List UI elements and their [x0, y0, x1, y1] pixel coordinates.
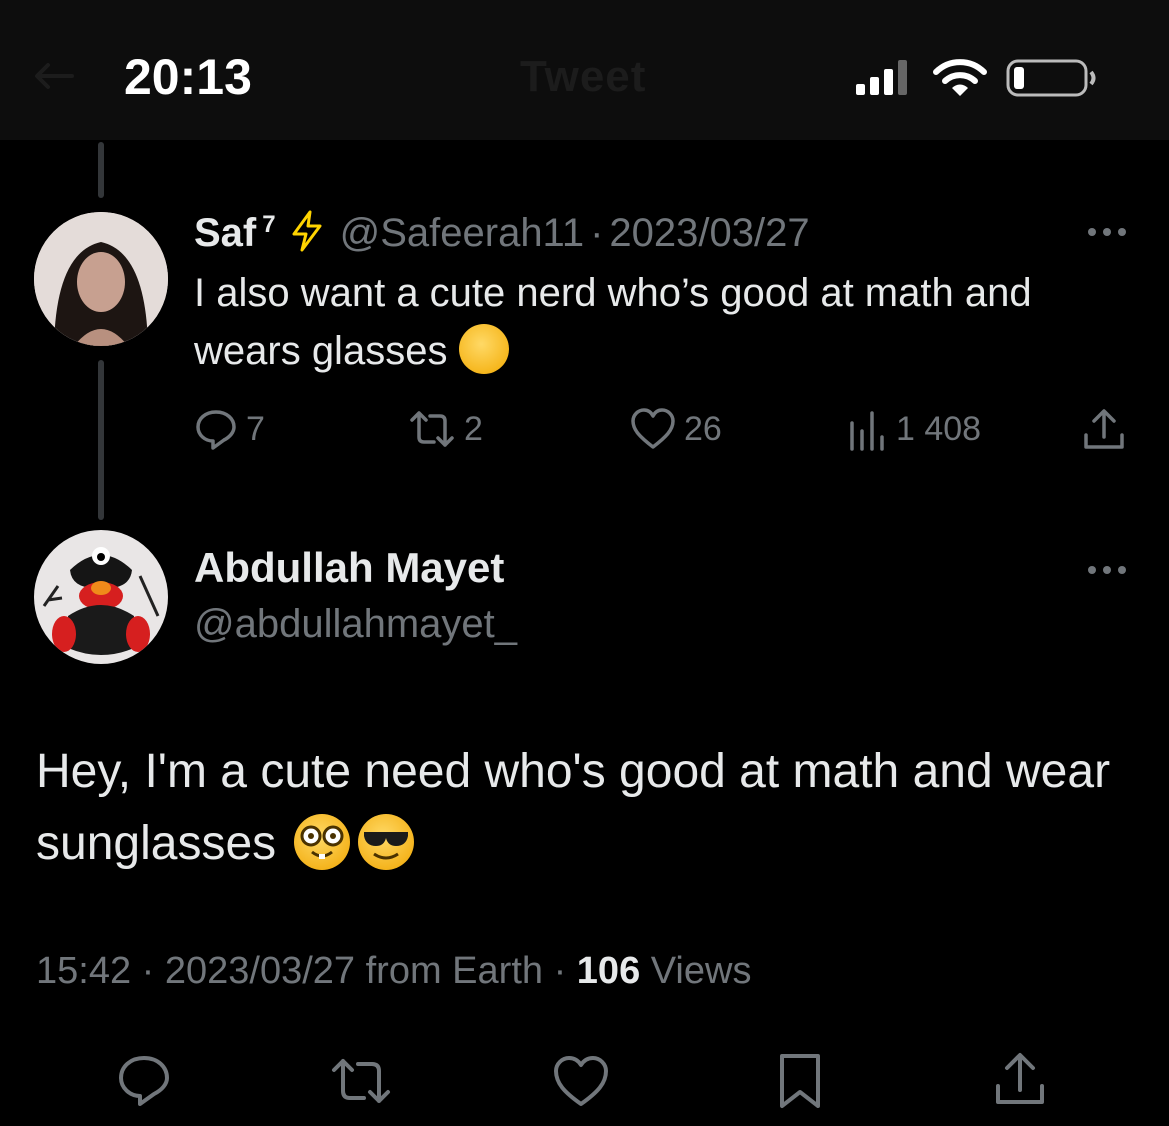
parent-author-name[interactable]: Saf [194, 211, 256, 256]
reply-button[interactable]: 7 [194, 402, 265, 456]
avatar-abdullah[interactable] [34, 530, 168, 664]
retweet-icon [410, 411, 454, 447]
avatar-saf[interactable] [34, 212, 168, 346]
views-chart-icon [850, 411, 884, 451]
back-arrow-icon[interactable] [34, 62, 74, 90]
parent-tweet-text: I also want a cute nerd who’s good at ma… [194, 264, 1094, 380]
meta-separator: · [141, 950, 155, 992]
bookmark-icon[interactable] [778, 1052, 822, 1110]
wifi-icon [933, 59, 987, 96]
hand-over-mouth-emoji-icon [459, 324, 510, 375]
thread-line-top [98, 142, 104, 198]
reply-count: 7 [246, 409, 265, 448]
tweet-time[interactable]: 15:42 [36, 950, 131, 992]
parent-tweet-text-content: I also want a cute nerd who’s good at ma… [194, 271, 1032, 373]
meta-separator: · [553, 950, 567, 992]
tweet-date[interactable]: 2023/03/27 [165, 950, 355, 992]
thread-line-bottom [98, 360, 104, 520]
retweet-icon[interactable] [330, 1054, 392, 1108]
tweet-views-label[interactable]: Views [651, 950, 752, 992]
header-title: Tweet [520, 52, 647, 101]
avatar-elmo-icon [35, 531, 167, 663]
share-button[interactable] [1082, 402, 1126, 456]
more-options-icon[interactable] [1086, 564, 1128, 576]
tweet-meta: 15:42 · 2023/03/27 from Earth · 106 View… [36, 950, 751, 993]
heart-icon[interactable] [552, 1054, 610, 1108]
tweet-screen: Tweet 20:13 Saf 7 @Safeerah11 · 2023/03/… [0, 0, 1169, 1126]
tweet-source: from Earth [365, 950, 544, 992]
retweet-count: 2 [464, 409, 483, 448]
reply-icon [196, 410, 236, 450]
views-count: 1 408 [896, 409, 982, 448]
header-separator: · [590, 211, 604, 255]
main-tweet-actions [0, 1040, 1169, 1120]
parent-tweet-actions: 7 2 26 1 408 [194, 402, 1134, 456]
nerd-face-emoji-icon [294, 814, 351, 871]
reply-icon[interactable] [116, 1052, 172, 1108]
tweet-views-count[interactable]: 106 [577, 950, 640, 992]
cellular-signal-icon [856, 60, 907, 95]
parent-author-handle[interactable]: @Safeerah11 [340, 211, 584, 256]
status-bar: Tweet 20:13 [0, 0, 1169, 140]
heart-icon [631, 408, 675, 449]
like-count: 26 [684, 409, 722, 448]
avatar-portrait-icon [34, 212, 168, 346]
main-author-name[interactable]: Abdullah Mayet [194, 544, 504, 592]
share-icon[interactable] [992, 1050, 1048, 1108]
status-time: 20:13 [124, 49, 252, 105]
parent-tweet-header: Saf 7 @Safeerah11 · 2023/03/27 [194, 204, 810, 258]
parent-tweet-date[interactable]: 2023/03/27 [609, 211, 809, 256]
main-tweet-text-content: Hey, I'm a cute need who's good at math … [36, 745, 1111, 870]
share-icon [1084, 409, 1124, 449]
lightning-bolt-icon [292, 210, 322, 252]
battery-icon [1006, 59, 1096, 97]
views-button[interactable]: 1 408 [848, 402, 981, 456]
main-tweet-text: Hey, I'm a cute need who's good at math … [36, 736, 1136, 880]
parent-author-name-sup: 7 [262, 211, 276, 238]
more-options-icon[interactable] [1086, 226, 1128, 238]
main-author-handle[interactable]: @abdullahmayet_ [194, 602, 517, 647]
like-button[interactable]: 26 [630, 402, 722, 456]
sunglasses-face-emoji-icon [358, 814, 415, 871]
retweet-button[interactable]: 2 [408, 402, 483, 456]
